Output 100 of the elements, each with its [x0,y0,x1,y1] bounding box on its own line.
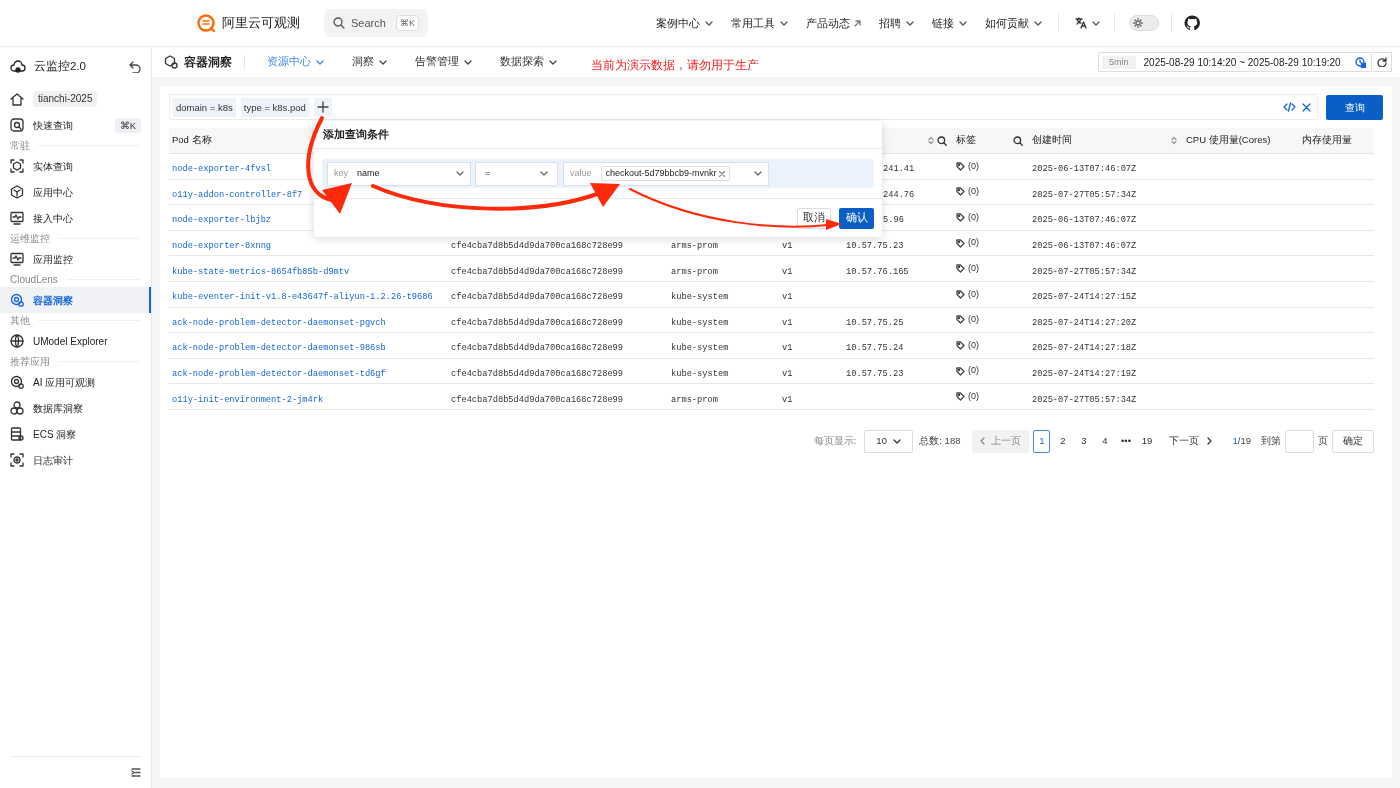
pod-link[interactable]: ack-node-problem-detector-daemonset-td6gf [172,369,386,380]
close-icon[interactable] [1302,102,1311,112]
chevron-down-icon [316,59,324,65]
tag-icon [956,238,965,248]
table-cell: 10.57.75.23 [846,369,904,380]
pod-link[interactable]: node-exporter-lbjbz [172,215,272,226]
nav-link[interactable]: 如何贡献 [985,14,1042,32]
hexagon-icon [10,185,24,199]
time-preset: 5min [1102,55,1136,69]
sidebar-item[interactable]: ECS 洞察 [0,421,151,447]
sidebar-item[interactable]: UModel Explorer [0,328,151,354]
next-page-button[interactable]: 下一页 [1169,434,1213,449]
shortcut-badge: ⌘K [396,15,419,31]
tab[interactable]: 数据探索 [500,54,557,70]
confirm-button[interactable]: 确认 [839,207,874,229]
chevron-down-icon [1034,20,1042,26]
page-button[interactable]: 3 [1075,429,1093,453]
key-select[interactable]: key name [327,161,471,186]
sidebar-item[interactable]: 实体查询 [0,153,151,179]
page-button[interactable]: ••• [1117,429,1135,453]
app-title: 云监控2.0 [34,59,86,75]
time-range-picker[interactable]: 5min 2025-08-29 10:14:20 ~ 2025-08-29 10:19:20 [1098,52,1372,72]
back-icon[interactable] [129,61,141,73]
circles-icon [10,401,24,415]
sidebar-item[interactable]: 日志审计 [0,447,151,473]
collapse-icon[interactable] [131,768,141,777]
tab[interactable]: 资源中心 [267,54,324,70]
table-cell: kube-system [671,343,729,354]
value-select[interactable]: value checkout-5d79bbcb9-mvnkr [563,161,769,186]
sidebar-item[interactable]: 快速查询 ⌘K [0,112,151,138]
refresh-button[interactable] [1372,52,1392,72]
chevron-down-icon [549,59,557,65]
column-header: 标签 [956,133,976,148]
pod-link[interactable]: ack-node-problem-detector-daemonset-pgvch [172,317,386,328]
table-cell: 2025-06-13T07:46:07Z [1032,241,1137,252]
workspace-badge: tianchi-2025 [33,91,98,107]
sidebar-item[interactable]: 接入中心 [0,205,151,231]
sidebar-item[interactable]: 容器洞察 [0,287,151,313]
table-cell: 2025-06-13T07:46:07Z [1032,164,1137,175]
sidebar-item[interactable]: 应用监控 [0,246,151,272]
pod-link[interactable]: kube-eventer-init-v1.8-e43647f-aliyun-1.2.26-t9686 [172,292,433,303]
search-icon [10,118,24,132]
search-icon[interactable] [937,135,947,146]
table-cell: cfe4cba7d8b5d4d9da700ca168c728e99 [451,241,624,252]
scan-icon [10,453,24,467]
table-cell: kube-system [671,317,729,328]
sun-icon [1133,18,1143,28]
sidebar-item[interactable]: 数据库洞察 [0,395,151,421]
page-button[interactable]: 1 [1033,429,1051,453]
pod-link[interactable]: kube-state-metrics-8654fb85b-d9mtv [172,266,350,277]
nav-link[interactable]: 案例中心 [656,14,713,32]
table-cell: v1 [782,369,793,380]
search-icon[interactable] [1013,135,1023,146]
chevron-down-icon [893,438,902,444]
page-button[interactable]: 2 [1054,429,1072,453]
tab[interactable]: 洞察 [352,54,387,70]
search-field[interactable]: Search ⌘K [324,9,428,37]
table-cell: v1 [782,394,793,405]
chevron-down-icon [456,171,464,176]
table-cell: arms-prom [671,266,718,277]
filter-chip[interactable]: domain = k8s [173,97,236,117]
filter-bar[interactable]: domain = k8s type = k8s.pod [169,94,1318,120]
tag-icon [956,264,965,274]
page-size-select[interactable]: 10 [864,429,914,453]
pod-link[interactable]: ack-node-problem-detector-daemonset-986sb [172,343,386,354]
nav-link[interactable]: 链接 [932,14,967,32]
total-count: 总数: 188 [919,434,961,449]
tag-icon [956,213,965,222]
tag-count: (0) [968,338,979,352]
nav-link[interactable]: 产品动态 [806,14,861,32]
pod-link[interactable]: node-exporter-8xnng [172,241,272,252]
tag-icon [956,161,965,171]
table-cell: arms-prom [671,241,718,252]
pod-link[interactable]: o11y-addon-controller-8f7 [172,189,303,200]
operator-select[interactable]: = [475,161,558,186]
column-header: CPU 使用量(Cores) [1186,133,1271,148]
tab[interactable]: 告警管理 [415,54,472,70]
filter-chip[interactable]: type = k8s.pod [240,97,309,117]
nav-link[interactable]: 常用工具 [731,14,788,32]
pod-link[interactable]: o11y-init-environment-2-jm4rk [172,394,324,405]
code-icon[interactable] [1283,102,1296,112]
page-button[interactable]: 4 [1096,429,1114,453]
close-icon[interactable] [718,170,725,177]
page-button[interactable]: 19 [1138,429,1156,453]
table-cell: 2025-07-24T14:27:18Z [1032,343,1137,354]
theme-toggle[interactable] [1129,15,1159,31]
tag-count: (0) [968,185,979,199]
add-icon[interactable] [313,98,332,116]
page-input[interactable] [1285,429,1314,453]
pod-link[interactable]: node-exporter-4fvsl [172,164,272,175]
warning-text: 当前为演示数据，请勿用于生产 [591,57,759,74]
nav-link[interactable]: 招聘 [879,14,914,32]
page-indicator: 1/19 [1232,434,1251,449]
sidebar-item[interactable]: AI 应用可观测 [0,369,151,395]
sidebar-item[interactable]: 应用中心 [0,179,151,205]
tag-count: (0) [968,389,979,403]
search-button[interactable]: 查询 [1326,94,1383,120]
confirm-button[interactable]: 确定 [1332,429,1374,453]
language-button[interactable] [1075,17,1100,29]
github-icon[interactable] [1184,15,1200,31]
